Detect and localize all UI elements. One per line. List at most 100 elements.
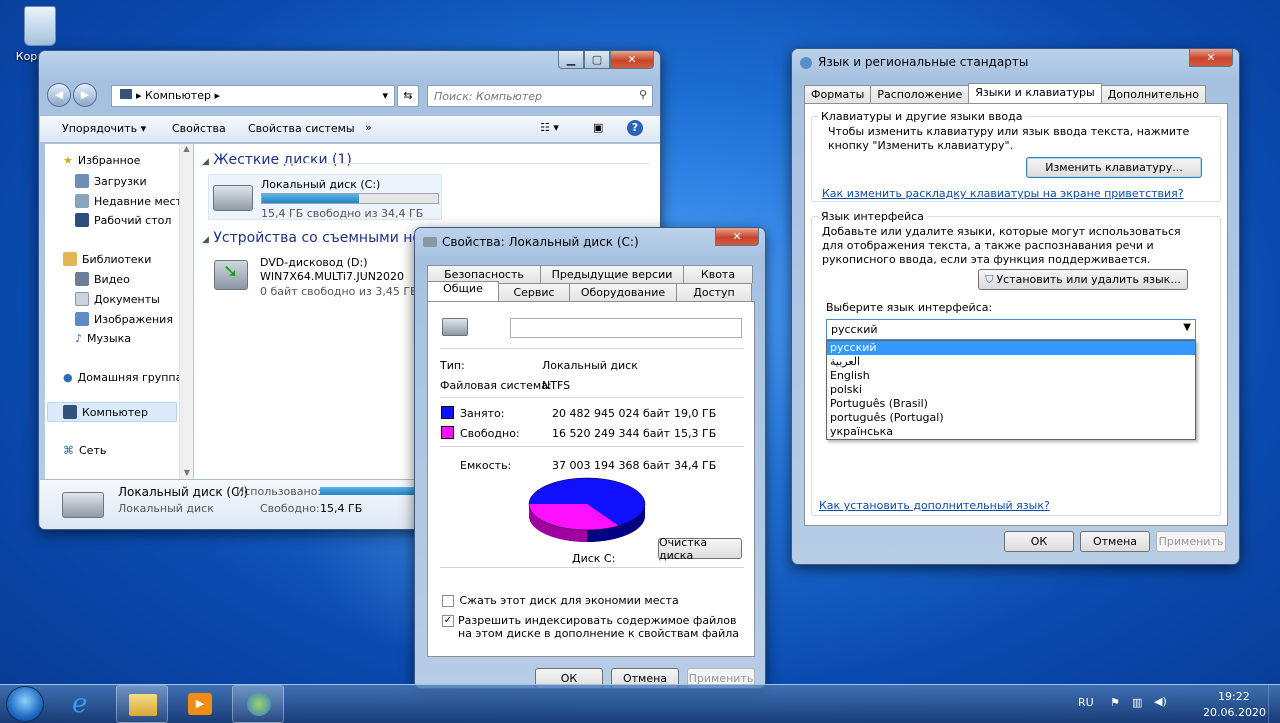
nav-libraries[interactable]: Библиотеки	[63, 252, 151, 266]
volume-icon[interactable]: ◀)	[1154, 695, 1167, 708]
hard-disks-header[interactable]: ◢ Жесткие диски (1)	[202, 152, 352, 168]
clock-date[interactable]: 20.06.2020	[1203, 706, 1266, 719]
close-button[interactable]: ✕	[1189, 49, 1233, 67]
kb-text: Чтобы изменить клавиатуру или язык ввода…	[828, 125, 1190, 152]
network-tray-icon[interactable]: ▥	[1132, 696, 1142, 709]
disk-cleanup-button[interactable]: Очистка диска	[658, 536, 742, 562]
minimize-button[interactable]: ▁	[558, 51, 584, 69]
homegroup-icon: ●	[63, 371, 73, 384]
nav-computer[interactable]: Компьютер	[63, 405, 148, 419]
tab-location[interactable]: Расположение	[870, 85, 970, 103]
view-icon[interactable]: ☷ ▾	[540, 121, 559, 134]
capacity-bytes: 37 003 194 368 байт	[552, 459, 671, 472]
more-button[interactable]: »	[365, 121, 372, 134]
compress-checkbox[interactable]: Сжать этот диск для экономии места	[442, 594, 679, 607]
language-option[interactable]: polski	[827, 383, 1195, 397]
removable-header[interactable]: ◢ Устройства со съемными носи	[202, 230, 438, 246]
region-taskbar-icon[interactable]	[232, 685, 284, 723]
type-label: Тип:	[440, 359, 465, 372]
nav-documents[interactable]: Документы	[75, 292, 160, 306]
properties-window: Свойства: Локальный диск (C:) ✕ Безопасн…	[414, 227, 766, 689]
show-desktop-button[interactable]	[1268, 685, 1280, 723]
close-button[interactable]: ✕	[610, 51, 654, 69]
ui-language-select[interactable]: русский ▼	[826, 319, 1196, 340]
shield-icon: ⛉	[985, 272, 994, 286]
language-option[interactable]: English	[827, 369, 1195, 383]
language-option[interactable]: العربية	[827, 355, 1195, 369]
change-keyboard-button[interactable]: Изменить клавиатуру...	[1026, 157, 1202, 178]
clock-time[interactable]: 19:22	[1218, 690, 1250, 703]
capacity-gb: 34,4 ГБ	[674, 459, 717, 472]
hard-drive-icon	[62, 492, 104, 518]
language-option[interactable]: українська	[827, 425, 1195, 439]
checkmark-icon: ✓	[442, 615, 454, 627]
collapse-icon: ◢	[202, 235, 209, 245]
images-icon	[75, 312, 89, 326]
tab-quota[interactable]: Квота	[683, 265, 753, 283]
start-button[interactable]	[6, 686, 44, 722]
flag-icon[interactable]: ⚑	[1110, 696, 1120, 709]
back-button[interactable]: ◀	[47, 83, 71, 107]
search-input[interactable]	[428, 86, 628, 106]
tab-sharing[interactable]: Доступ	[676, 283, 752, 301]
system-properties-button[interactable]: Свойства системы	[248, 122, 355, 135]
ok-button[interactable]: ОК	[1004, 531, 1074, 552]
choose-language-label: Выберите язык интерфейса:	[826, 301, 993, 314]
nav-music[interactable]: ♪ Музыка	[75, 332, 131, 345]
chevron-down-icon[interactable]: ▾	[382, 89, 388, 102]
tab-advanced[interactable]: Дополнительно	[1100, 85, 1206, 103]
network-icon: ⌘	[63, 444, 74, 457]
tab-general[interactable]: Общие	[427, 281, 499, 301]
forward-button[interactable]: ▶	[73, 83, 97, 107]
apply-button[interactable]: Применить	[1156, 531, 1226, 552]
selected-language: русский	[831, 323, 878, 336]
language-indicator[interactable]: RU	[1078, 696, 1094, 709]
search-icon[interactable]: ⚲	[639, 88, 647, 101]
nav-downloads[interactable]: Загрузки	[75, 174, 147, 188]
trash-icon	[24, 6, 56, 46]
nav-images[interactable]: Изображения	[75, 312, 173, 326]
index-checkbox[interactable]: ✓ Разрешить индексировать содержимое фай…	[442, 614, 742, 640]
cancel-button[interactable]: Отмена	[1080, 531, 1150, 552]
computer-icon	[63, 405, 77, 419]
language-option[interactable]: português (Portugal)	[827, 411, 1195, 425]
details-type: Локальный диск	[118, 502, 214, 515]
nav-favorites[interactable]: ★ Избранное	[63, 154, 140, 167]
language-option[interactable]: Português (Brasil)	[827, 397, 1195, 411]
details-name: Локальный диск (C:)	[118, 485, 249, 499]
address-bar[interactable]: ▸ Компьютер ▸ ▾	[111, 85, 395, 107]
tab-formats[interactable]: Форматы	[804, 85, 872, 103]
details-free-label: Свободно:	[260, 502, 320, 515]
fs-label: Файловая система:	[440, 379, 552, 392]
preview-pane-icon[interactable]: ▣	[593, 121, 603, 134]
volume-label-input[interactable]	[510, 318, 742, 338]
close-button[interactable]: ✕	[715, 228, 759, 246]
index-label: Разрешить индексировать содержимое файло…	[458, 614, 740, 640]
kb-welcome-link[interactable]: Как изменить раскладку клавиатуры на экр…	[822, 187, 1184, 200]
organize-button[interactable]: Упорядочить ▾	[62, 122, 146, 135]
ie-taskbar-icon[interactable]: e	[58, 685, 110, 723]
install-language-button[interactable]: ⛉ Установить или удалить язык...	[978, 269, 1188, 290]
tab-service[interactable]: Сервис	[498, 283, 570, 301]
refresh-button[interactable]: ⇆	[397, 85, 419, 107]
libraries-icon	[63, 252, 77, 266]
tab-languages[interactable]: Языки и клавиатуры	[968, 83, 1102, 103]
nav-homegroup[interactable]: ● Домашняя группа	[63, 371, 182, 384]
media-player-taskbar-icon[interactable]: ▶	[174, 685, 226, 723]
maximize-button[interactable]: ▢	[584, 51, 610, 69]
add-language-link[interactable]: Как установить дополнительный язык?	[819, 499, 1050, 512]
properties-button[interactable]: Свойства	[172, 122, 226, 135]
dvd-label: WIN7X64.MULTi7.JUN2020	[260, 270, 404, 283]
video-icon	[75, 272, 89, 286]
help-icon[interactable]: ?	[627, 120, 643, 136]
nav-network[interactable]: ⌘ Сеть	[63, 444, 106, 457]
tab-previous-versions[interactable]: Предыдущие версии	[540, 265, 684, 283]
nav-scrollbar[interactable]: ▲ ▼	[179, 144, 193, 479]
language-option[interactable]: русский	[827, 341, 1195, 355]
drive-c-item[interactable]: Локальный диск (C:) 15,4 ГБ свободно из …	[208, 174, 442, 220]
nav-recent[interactable]: Недавние места	[75, 194, 189, 208]
nav-desktop[interactable]: Рабочий стол	[75, 213, 171, 227]
explorer-taskbar-icon[interactable]	[116, 685, 168, 723]
tab-hardware[interactable]: Оборудование	[569, 283, 677, 301]
nav-video[interactable]: Видео	[75, 272, 130, 286]
